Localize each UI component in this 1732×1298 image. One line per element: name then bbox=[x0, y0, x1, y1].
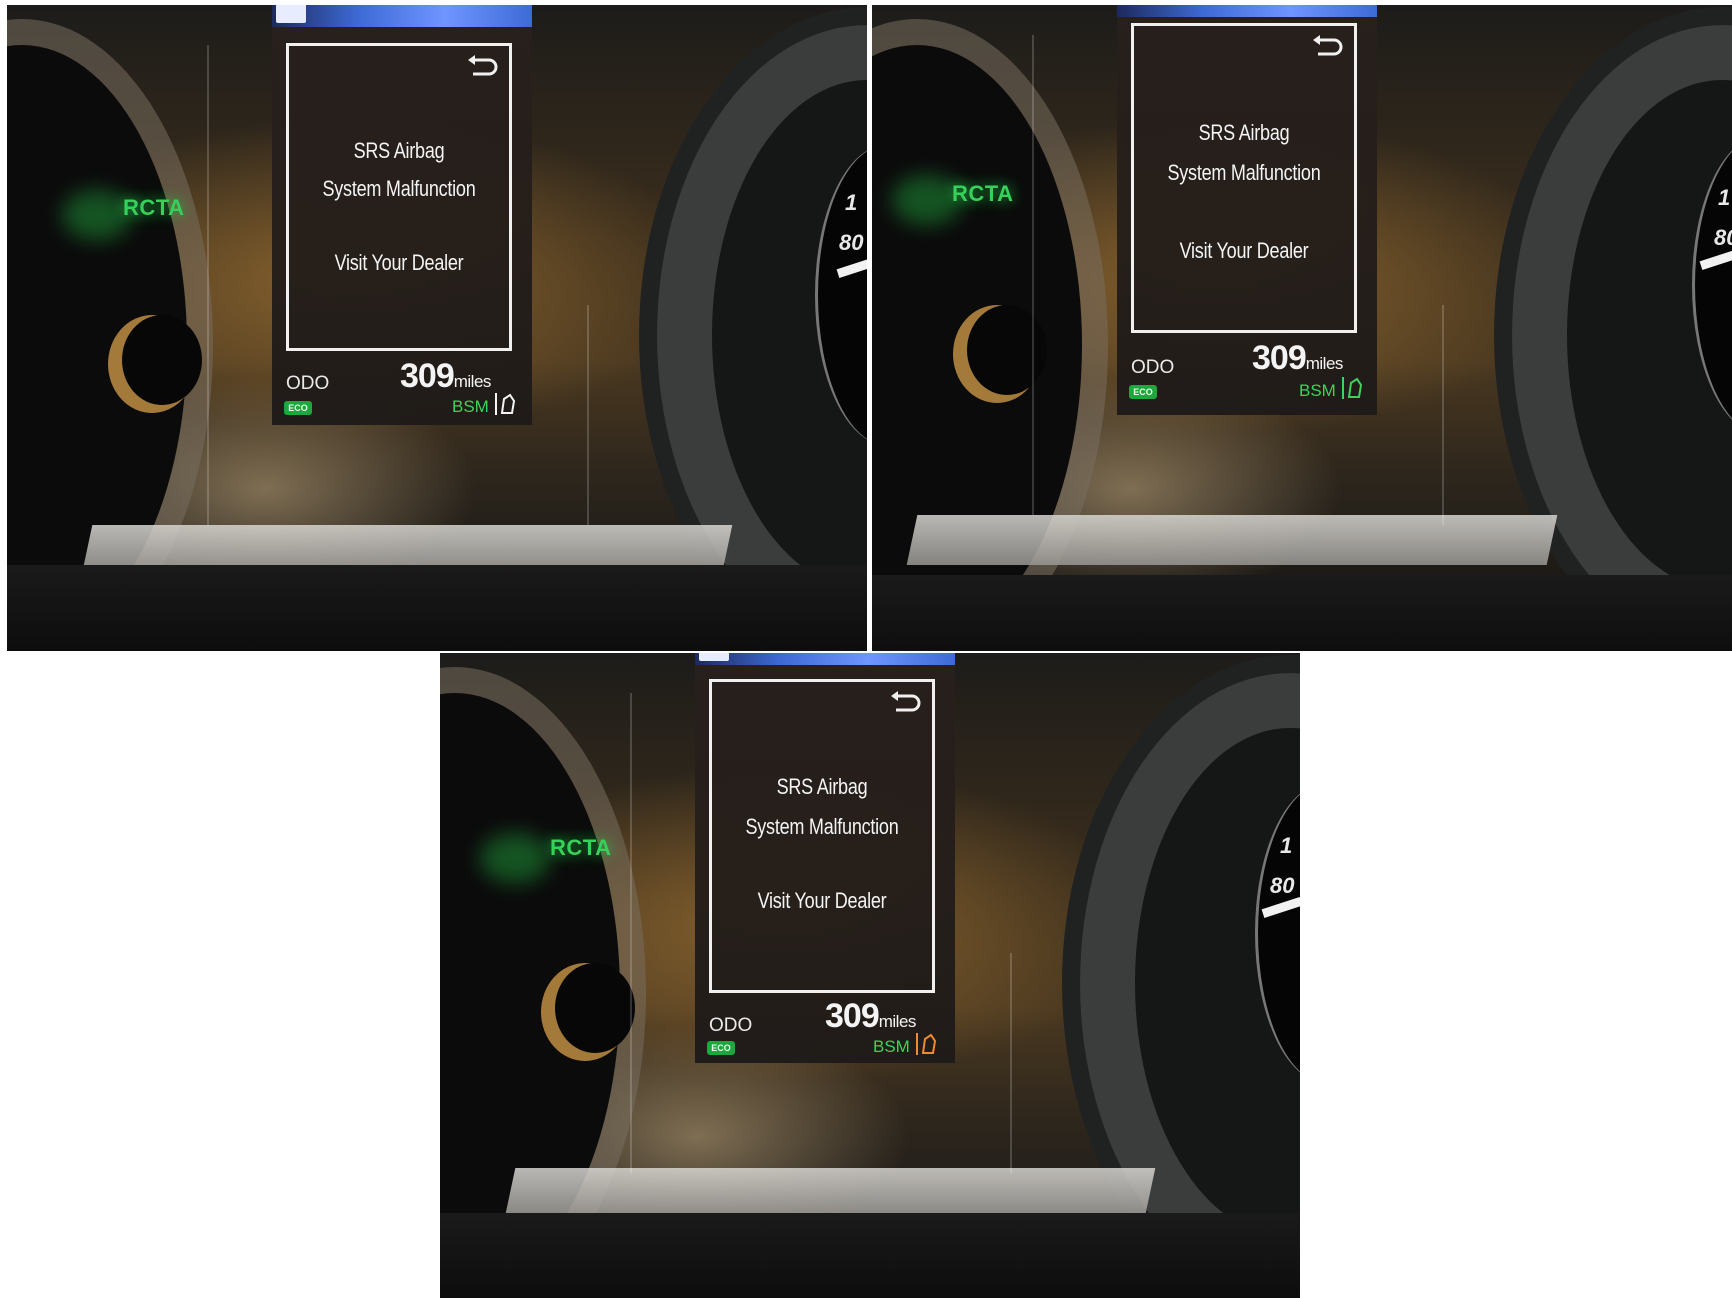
cluster-photo-1: RCTA 1 80 SRS Airbag System Malfunction … bbox=[7, 5, 867, 651]
gear-indicator-bar bbox=[272, 5, 532, 27]
cluster-photo-3: RCTA 1 80 SRS Airbag System Malfunction … bbox=[440, 653, 1300, 1298]
message-line-2: System Malfunction bbox=[1167, 160, 1321, 185]
multi-info-display: SRS Airbag System Malfunction Visit Your… bbox=[272, 5, 532, 425]
speed-tick-label: 1 bbox=[1718, 185, 1731, 210]
multi-info-display: SRS Airbag System Malfunction Visit Your… bbox=[695, 653, 955, 1063]
glare-streak bbox=[207, 45, 209, 525]
odo-label: ODO bbox=[286, 373, 330, 394]
glare-streak bbox=[587, 305, 589, 525]
odometer-reading: 309miles bbox=[1252, 339, 1343, 378]
message-line-1: SRS Airbag bbox=[1198, 120, 1290, 145]
message-line-2: System Malfunction bbox=[745, 814, 899, 839]
eco-badge: ECO bbox=[284, 401, 312, 415]
dash-ledge bbox=[906, 515, 1558, 565]
dash-hole bbox=[122, 315, 202, 405]
dash-hole bbox=[555, 963, 635, 1053]
odo-unit: miles bbox=[453, 372, 492, 391]
green-glow bbox=[62, 190, 132, 240]
bsm-label: BSM bbox=[873, 1037, 910, 1056]
bsm-label: BSM bbox=[452, 397, 489, 416]
message-line-3: Visit Your Dealer bbox=[757, 888, 887, 913]
speed-80-label: 80 bbox=[1714, 225, 1732, 250]
speed-80-label: 80 bbox=[1270, 873, 1295, 898]
blind-spot-monitor-icon bbox=[495, 393, 516, 415]
warning-message-frame: SRS Airbag System Malfunction Visit Your… bbox=[1131, 23, 1357, 333]
gear-indicator-bar bbox=[695, 653, 955, 665]
odo-label: ODO bbox=[1131, 357, 1175, 378]
return-arrow-icon bbox=[1313, 35, 1343, 56]
dash-floor bbox=[440, 1213, 1300, 1298]
blind-spot-monitor-icon bbox=[1342, 377, 1363, 399]
odo-number: 309 bbox=[825, 997, 880, 1035]
glare-streak bbox=[630, 693, 632, 1173]
warning-message-frame: SRS Airbag System Malfunction Visit Your… bbox=[709, 679, 935, 993]
glare-streak bbox=[1442, 305, 1444, 525]
message-line-1: SRS Airbag bbox=[776, 774, 868, 799]
speed-tick-label: 1 bbox=[845, 190, 858, 215]
dash-floor bbox=[872, 575, 1732, 651]
message-line-2: System Malfunction bbox=[322, 176, 476, 201]
speed-tick-label: 1 bbox=[1280, 833, 1293, 858]
rcta-indicator: RCTA bbox=[952, 181, 1014, 206]
gear-indicator bbox=[699, 653, 729, 661]
rcta-indicator: RCTA bbox=[123, 195, 185, 220]
return-arrow-icon bbox=[468, 55, 498, 76]
bsm-label: BSM bbox=[1299, 381, 1336, 400]
odo-label: ODO bbox=[709, 1015, 753, 1036]
blind-spot-monitor-icon bbox=[916, 1033, 937, 1055]
green-glow bbox=[480, 833, 550, 883]
gear-indicator-bar bbox=[1117, 5, 1377, 17]
eco-badge: ECO bbox=[707, 1041, 735, 1055]
odo-unit: miles bbox=[878, 1012, 917, 1031]
dash-ledge bbox=[504, 1168, 1156, 1218]
cluster-photo-2: RCTA 1 80 SRS Airbag System Malfunction … bbox=[872, 5, 1732, 651]
dash-hole bbox=[967, 305, 1047, 395]
glare-streak bbox=[1010, 953, 1012, 1173]
odo-number: 309 bbox=[1252, 339, 1307, 377]
odometer-reading: 309miles bbox=[825, 997, 916, 1036]
multi-info-display: SRS Airbag System Malfunction Visit Your… bbox=[1117, 5, 1377, 415]
odometer-reading: 309miles bbox=[400, 357, 491, 396]
message-line-3: Visit Your Dealer bbox=[334, 250, 464, 275]
glare-streak bbox=[1032, 35, 1034, 515]
rcta-indicator: RCTA bbox=[550, 835, 612, 860]
message-line-1: SRS Airbag bbox=[353, 138, 445, 163]
odo-number: 309 bbox=[400, 357, 455, 395]
gear-indicator bbox=[276, 5, 306, 23]
dash-floor bbox=[7, 565, 867, 651]
eco-badge: ECO bbox=[1129, 385, 1157, 399]
return-arrow-icon bbox=[891, 691, 921, 712]
message-line-3: Visit Your Dealer bbox=[1179, 238, 1309, 263]
odo-unit: miles bbox=[1305, 354, 1344, 373]
speed-80-label: 80 bbox=[839, 230, 864, 255]
warning-message-frame: SRS Airbag System Malfunction Visit Your… bbox=[286, 43, 512, 351]
